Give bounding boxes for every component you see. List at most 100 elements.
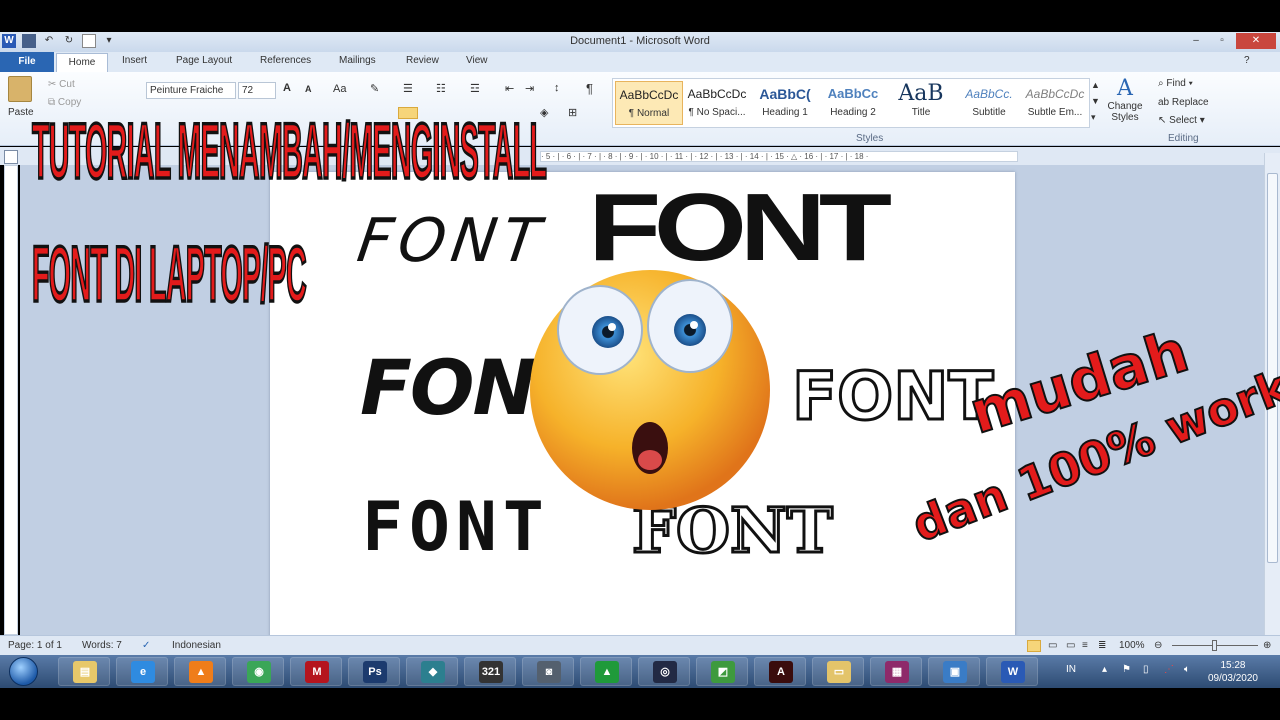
language-tray[interactable]: IN [1066, 664, 1076, 675]
style-no-spacing[interactable]: AaBbCcDc ¶ No Spaci... [683, 81, 751, 125]
numbering-icon[interactable]: ☷ [436, 82, 446, 95]
zoom-slider-thumb[interactable] [1212, 640, 1217, 651]
action-center-flag-icon[interactable]: ⚑ [1122, 664, 1131, 675]
outline-icon[interactable]: ≡ [1082, 640, 1088, 651]
shrink-font-icon[interactable]: A [305, 84, 312, 94]
replace-button[interactable]: ab Replace [1158, 97, 1209, 108]
font-name-box[interactable]: Peinture Fraiche [146, 82, 236, 99]
black-bottom-band [0, 688, 1280, 720]
style-name: Subtitle [972, 107, 1006, 118]
binoculars-icon: ⌕ [1158, 78, 1164, 89]
draft-icon[interactable]: ≣ [1098, 640, 1106, 651]
proofing-icon[interactable]: ✓ [142, 640, 150, 651]
minimize-button[interactable]: – [1184, 33, 1208, 49]
clear-format-icon[interactable]: ✎ [370, 82, 379, 95]
replace-label: Replace [1171, 97, 1209, 108]
taskbar-app-internet-explorer[interactable]: e [116, 657, 168, 686]
battery-icon[interactable]: ▯ [1143, 664, 1149, 675]
style-heading-2[interactable]: AaBbCc Heading 2 [819, 81, 887, 125]
style-name: Heading 1 [762, 107, 808, 118]
decrease-indent-icon[interactable]: ⇤ [505, 82, 514, 95]
taskbar-app-winrar[interactable]: ▦ [870, 657, 922, 686]
tab-mailings[interactable]: Mailings [339, 55, 376, 66]
multilevel-icon[interactable]: ☲ [470, 82, 480, 95]
print-layout-icon[interactable] [1027, 640, 1041, 652]
style-sample: AaBbCcDc [687, 87, 747, 101]
taskbar-app-photoshop[interactable]: Ps [348, 657, 400, 686]
taskbar-app-camera[interactable]: ◙ [522, 657, 574, 686]
pilcrow-icon[interactable]: ¶ [586, 81, 593, 96]
explorer-icon: ▤ [73, 661, 97, 683]
web-layout-icon[interactable]: ▭ [1066, 640, 1075, 651]
page-count[interactable]: Page: 1 of 1 [8, 640, 62, 651]
headline-line-1: TUTORIAL MENAMBAH/MENGINSTALL [31, 104, 547, 197]
taskbar-app-eye-app[interactable]: ◎ [638, 657, 690, 686]
zoom-out-icon[interactable]: ⊖ [1154, 640, 1162, 651]
change-case-icon[interactable]: Aa [333, 83, 346, 95]
maximize-button[interactable]: ▫ [1210, 33, 1234, 49]
help-icon[interactable]: ? [1244, 55, 1250, 66]
network-icon[interactable]: ⋰ [1164, 664, 1174, 675]
tab-page-layout[interactable]: Page Layout [176, 55, 232, 66]
start-button[interactable] [4, 655, 44, 688]
taskbar-app-explorer[interactable]: ▤ [58, 657, 110, 686]
style-subtitle[interactable]: AaBbCc. Subtitle [955, 81, 1023, 125]
borders-icon[interactable]: ⊞ [568, 106, 577, 119]
style-heading-1[interactable]: AaBbC( Heading 1 [751, 81, 819, 125]
clock[interactable]: 15:28 09/03/2020 [1208, 659, 1258, 685]
triangle-green-icon: ▲ [595, 661, 619, 683]
taskbar-app-app-cyan[interactable]: ◆ [406, 657, 458, 686]
word-count[interactable]: Words: 7 [82, 640, 122, 651]
taskbar-app-triangle-green[interactable]: ▲ [580, 657, 632, 686]
styles-group-label: Styles [856, 133, 884, 144]
taskbar-app-clapper[interactable]: 321 [464, 657, 516, 686]
increase-indent-icon[interactable]: ⇥ [525, 82, 534, 95]
cut-button[interactable]: ✂ Cut [48, 79, 75, 90]
taskbar-app-word[interactable]: W [986, 657, 1038, 686]
tab-references[interactable]: References [260, 55, 311, 66]
taskbar-app-control-panel[interactable]: ▣ [928, 657, 980, 686]
styles-more-icon[interactable]: ▾ [1091, 112, 1096, 123]
style-title[interactable]: AaB Title [887, 81, 955, 125]
red-circle-app-icon: A [769, 661, 793, 683]
taskbar-app-folder[interactable]: ▭ [812, 657, 864, 686]
style-sample: AaBbCcDc [619, 88, 679, 102]
font-sample-pixel: FONT [362, 488, 550, 567]
select-button[interactable]: ↖ Select ▾ [1158, 115, 1205, 126]
show-hidden-icon[interactable]: ▴ [1102, 664, 1107, 675]
photoshop-icon: Ps [363, 661, 387, 683]
style-name: ¶ Normal [628, 108, 670, 119]
styles-scroll-up-icon[interactable]: ▲ [1091, 80, 1100, 90]
styles-scroll-down-icon[interactable]: ▼ [1091, 96, 1100, 106]
tab-file[interactable]: File [0, 52, 54, 72]
zoom-level[interactable]: 100% [1119, 640, 1145, 651]
full-screen-icon[interactable]: ▭ [1048, 640, 1057, 651]
taskbar-app-red-circle-app[interactable]: A [754, 657, 806, 686]
tab-home[interactable]: Home [56, 53, 108, 72]
find-button[interactable]: ⌕ Find ▾ [1158, 78, 1193, 89]
tab-view[interactable]: View [466, 55, 488, 66]
grow-font-icon[interactable]: A [283, 82, 291, 94]
taskbar-app-sheet-app[interactable]: ◩ [696, 657, 748, 686]
volume-icon[interactable]: 🔈︎ [1184, 664, 1190, 675]
taskbar-app-mendeley[interactable]: M [290, 657, 342, 686]
change-styles-button[interactable]: A Change Styles [1104, 76, 1146, 123]
bullets-icon[interactable]: ☰ [403, 82, 413, 95]
black-top-band [0, 0, 1280, 32]
horizontal-ruler[interactable]: · 5 · | · 6 · | · 7 · | · 8 · | · 9 · | … [540, 151, 1018, 162]
style-normal[interactable]: AaBbCcDc ¶ Normal [615, 81, 683, 125]
zoom-in-icon[interactable]: ⊕ [1263, 640, 1271, 651]
language-indicator[interactable]: Indonesian [172, 640, 221, 651]
taskbar-app-vlc[interactable]: ▲ [174, 657, 226, 686]
select-icon: ↖ [1158, 115, 1167, 126]
vertical-ruler[interactable] [4, 165, 18, 635]
tab-insert[interactable]: Insert [122, 55, 147, 66]
taskbar-app-chrome[interactable]: ◉ [232, 657, 284, 686]
tab-review[interactable]: Review [406, 55, 439, 66]
close-button[interactable]: ✕ [1236, 33, 1276, 49]
style-subtle-emphasis[interactable]: AaBbCcDc Subtle Em... [1021, 81, 1089, 125]
sort-icon[interactable]: ↕ [554, 82, 560, 94]
clipboard-icon [8, 76, 32, 102]
tab-selector[interactable] [4, 150, 18, 164]
font-size-box[interactable]: 72 [238, 82, 276, 99]
